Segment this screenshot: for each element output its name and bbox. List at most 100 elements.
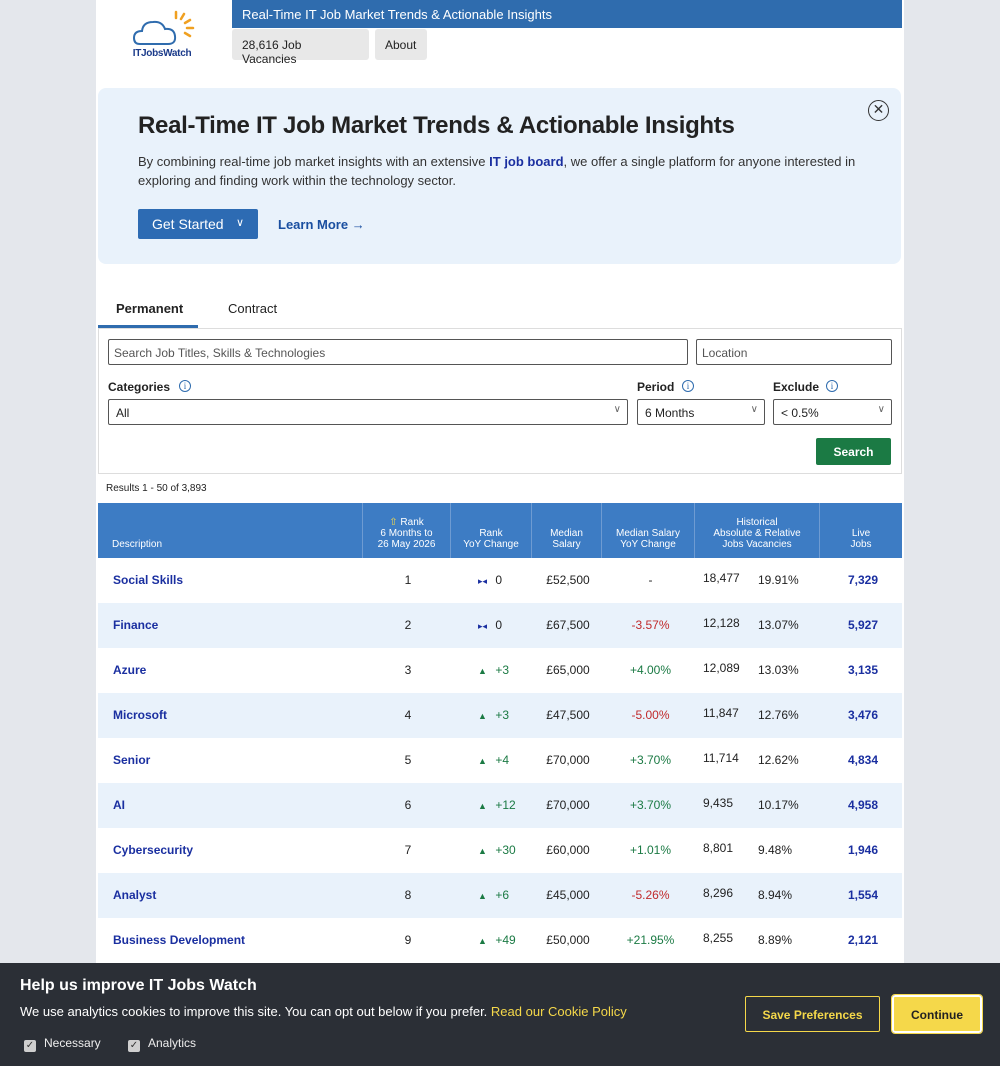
col-hist-l3: Jobs Vacancies	[722, 539, 792, 550]
row-salary-change: +3.70%	[629, 798, 672, 812]
hero-banner: ✕ Real-Time IT Job Market Trends & Actio…	[98, 88, 901, 264]
learn-more-link[interactable]: Learn More →	[278, 217, 365, 232]
row-description-link[interactable]: Finance	[113, 618, 158, 632]
row-live-jobs-link[interactable]: 2,121	[833, 933, 893, 947]
table-row[interactable]: Business Development 9 ▲ +49 £50,000 +21.95%…	[98, 918, 902, 963]
page: ITJobsWatch Real-Time IT Job Market Tren…	[96, 0, 904, 1066]
row-historical-absolute[interactable]: 11,714	[703, 751, 739, 765]
row-historical-relative: 8.94%	[758, 888, 793, 902]
table-row[interactable]: Analyst 8 ▲ +6 £45,000 -5.26% 8,296 8.94% 1,554	[98, 873, 902, 918]
arrow-right-icon: →	[351, 217, 365, 232]
analytics-label: Analytics	[148, 1036, 197, 1050]
row-median-salary: £65,000	[546, 663, 590, 677]
col-rank-yoy[interactable]: Rank YoY Change	[451, 503, 532, 558]
nav-job-vacancies[interactable]: 28,616 Job Vacancies	[232, 29, 369, 66]
row-live-jobs-link[interactable]: 3,476	[833, 708, 893, 722]
row-description-link[interactable]: Business Development	[113, 933, 245, 947]
table-row[interactable]: Cybersecurity 7 ▲ +30 £60,000 +1.01% 8,801 9.4…	[98, 828, 902, 873]
row-salary-change: -5.26%	[631, 888, 670, 902]
categories-select[interactable]: All ∨	[108, 399, 628, 425]
get-started-button[interactable]: Get Started ∨	[138, 209, 258, 239]
col-rank[interactable]: ⇧ Rank 6 Months to 26 May 2026	[363, 503, 451, 558]
col-median-salary-yoy[interactable]: Median Salary YoY Change	[602, 503, 695, 558]
col-live-jobs[interactable]: Live Jobs	[820, 503, 902, 558]
it-job-board-link[interactable]: IT job board	[489, 154, 563, 169]
nav-about[interactable]: About	[375, 29, 427, 60]
no-change-icon: ▸◂	[478, 576, 488, 586]
row-median-salary: £60,000	[546, 843, 590, 857]
col-median-l2: Salary	[552, 539, 581, 550]
row-rank-change-value: 0	[495, 573, 503, 587]
row-historical-absolute[interactable]: 18,477	[703, 571, 740, 585]
table-row[interactable]: Finance 2 ▸◂ 0 £67,500 -3.57% 12,128 13.07% 5,9…	[98, 603, 902, 648]
exclude-select[interactable]: < 0.5% ∨	[773, 399, 892, 425]
row-description-link[interactable]: Senior	[113, 753, 150, 767]
header-title-bar: Real-Time IT Job Market Trends & Actiona…	[232, 0, 902, 28]
info-icon[interactable]: i	[826, 380, 838, 392]
checkmark-icon: ✓	[24, 1040, 36, 1052]
job-search-input[interactable]: Search Job Titles, Skills & Technologies	[108, 339, 688, 365]
cookie-policy-link[interactable]: Read our Cookie Policy	[491, 1004, 627, 1019]
row-live-jobs-link[interactable]: 1,554	[833, 888, 893, 902]
row-description-link[interactable]: Microsoft	[113, 708, 167, 722]
table-row[interactable]: Senior 5 ▲ +4 £70,000 +3.70% 11,714 12.62% 4,83…	[98, 738, 902, 783]
info-icon[interactable]: i	[682, 380, 694, 392]
row-live-jobs-link[interactable]: 5,927	[833, 618, 893, 632]
chevron-down-icon: ∨	[750, 404, 758, 415]
col-historical[interactable]: Historical Absolute & Relative Jobs Vaca…	[695, 503, 820, 558]
row-historical-absolute[interactable]: 8,801	[703, 841, 733, 855]
row-description-link[interactable]: Cybersecurity	[113, 843, 193, 857]
col-hist-l2: Absolute & Relative	[713, 528, 801, 539]
table-row[interactable]: Social Skills 1 ▸◂ 0 £52,500 - 18,477 19.91% 7,…	[98, 558, 902, 603]
row-median-salary: £50,000	[546, 933, 590, 947]
close-icon[interactable]: ✕	[868, 100, 889, 121]
row-rank: 3	[404, 663, 412, 677]
row-historical-absolute[interactable]: 8,255	[703, 931, 733, 945]
cookie-title: Help us improve IT Jobs Watch	[20, 977, 257, 994]
analytics-checkbox[interactable]: ✓ Analytics	[128, 1036, 196, 1052]
col-rank-yoy-l1: Rank	[479, 528, 503, 539]
row-description-link[interactable]: AI	[113, 798, 125, 812]
search-button[interactable]: Search	[816, 438, 891, 465]
necessary-checkbox[interactable]: ✓ Necessary	[24, 1036, 101, 1052]
learn-more-label: Learn More	[278, 217, 349, 232]
location-input[interactable]: Location	[696, 339, 892, 365]
hero-title: Real-Time IT Job Market Trends & Actiona…	[138, 112, 735, 139]
row-historical-absolute[interactable]: 9,435	[703, 796, 733, 810]
col-median-salary[interactable]: Median Salary	[532, 503, 602, 558]
row-live-jobs-link[interactable]: 3,135	[833, 663, 893, 677]
col-live-l2: Jobs	[850, 539, 872, 550]
row-live-jobs-link[interactable]: 4,834	[833, 753, 893, 767]
info-icon[interactable]: i	[179, 380, 191, 392]
table-row[interactable]: AI 6 ▲ +12 £70,000 +3.70% 9,435 10.17% 4,958	[98, 783, 902, 828]
row-salary-change: -	[648, 573, 653, 587]
continue-button[interactable]: Continue	[891, 994, 983, 1034]
row-description-link[interactable]: Social Skills	[113, 573, 183, 587]
row-rank-change-value: +3	[495, 663, 510, 677]
row-historical-absolute[interactable]: 12,128	[703, 616, 740, 630]
exclude-label: Exclude	[773, 380, 820, 394]
row-live-jobs-link[interactable]: 7,329	[833, 573, 893, 587]
table-row[interactable]: Azure 3 ▲ +3 £65,000 +4.00% 12,089 13.03% 3,135	[98, 648, 902, 693]
col-rank-period: 6 Months to	[380, 528, 433, 539]
triangle-up-icon: ▲	[478, 666, 487, 676]
row-description-link[interactable]: Azure	[113, 663, 146, 677]
row-rank-change-value: +6	[495, 888, 510, 902]
row-live-jobs-link[interactable]: 1,946	[833, 843, 893, 857]
tab-contract[interactable]: Contract	[228, 301, 277, 316]
table-row[interactable]: Microsoft 4 ▲ +3 £47,500 -5.00% 11,847 12.76% 3…	[98, 693, 902, 738]
row-historical-absolute[interactable]: 8,296	[703, 886, 733, 900]
row-historical-relative: 10.17%	[758, 798, 799, 812]
row-description-link[interactable]: Analyst	[113, 888, 156, 902]
row-live-jobs-link[interactable]: 4,958	[833, 798, 893, 812]
tab-permanent[interactable]: Permanent	[116, 301, 183, 316]
logo-text: ITJobsWatch	[132, 48, 192, 59]
row-historical-absolute[interactable]: 12,089	[703, 661, 740, 675]
save-preferences-button[interactable]: Save Preferences	[745, 996, 880, 1032]
site-logo[interactable]: ITJobsWatch	[132, 8, 202, 62]
row-historical-relative: 8.89%	[758, 933, 793, 947]
period-select[interactable]: 6 Months ∨	[637, 399, 765, 425]
categories-value: All	[116, 406, 130, 420]
row-historical-absolute[interactable]: 11,847	[703, 706, 739, 720]
col-description[interactable]: Description	[98, 503, 363, 558]
